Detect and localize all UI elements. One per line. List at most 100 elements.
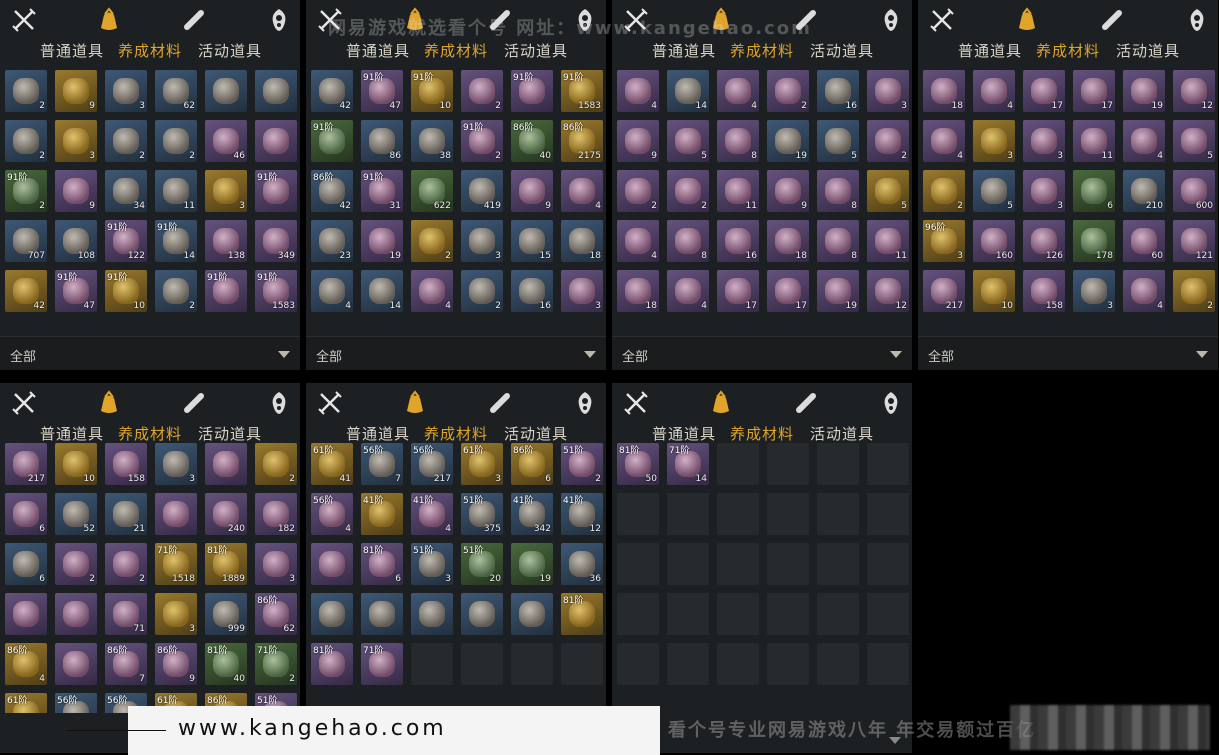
item-slot[interactable]: 81阶 1889 bbox=[205, 543, 247, 585]
item-slot[interactable]: 18 bbox=[767, 220, 809, 262]
item-slot[interactable] bbox=[767, 593, 809, 635]
item-slot[interactable]: 3 bbox=[155, 593, 197, 635]
item-slot[interactable]: 18 bbox=[561, 220, 603, 262]
item-slot[interactable]: 108 bbox=[55, 220, 97, 262]
item-slot[interactable]: 3 bbox=[1073, 270, 1115, 312]
item-slot[interactable]: 3 bbox=[867, 70, 909, 112]
item-slot[interactable] bbox=[717, 643, 759, 685]
item-slot[interactable]: 60 bbox=[1123, 220, 1165, 262]
item-slot[interactable] bbox=[867, 593, 909, 635]
item-slot[interactable]: 160 bbox=[973, 220, 1015, 262]
item-slot[interactable]: 19 bbox=[767, 120, 809, 162]
subtab-2[interactable]: 活动道具 bbox=[504, 40, 568, 61]
item-slot[interactable] bbox=[667, 643, 709, 685]
item-slot[interactable]: 71阶 2 bbox=[255, 643, 297, 685]
item-slot[interactable] bbox=[255, 120, 297, 162]
bag-icon[interactable] bbox=[95, 389, 123, 417]
item-slot[interactable]: 61阶 bbox=[5, 693, 47, 713]
item-slot[interactable]: 2 bbox=[105, 543, 147, 585]
item-slot[interactable]: 81阶 50 bbox=[617, 443, 659, 485]
item-slot[interactable] bbox=[867, 493, 909, 535]
item-slot[interactable] bbox=[667, 543, 709, 585]
item-slot[interactable] bbox=[867, 643, 909, 685]
item-slot[interactable]: 41阶 342 bbox=[511, 493, 553, 535]
item-slot[interactable]: 3 bbox=[1023, 120, 1065, 162]
item-slot[interactable]: 52 bbox=[55, 493, 97, 535]
item-slot[interactable] bbox=[767, 643, 809, 685]
item-slot[interactable]: 19 bbox=[817, 270, 859, 312]
item-slot[interactable]: 91阶 10 bbox=[105, 270, 147, 312]
footer-url[interactable]: www.kangehao.com bbox=[178, 716, 447, 741]
gem-icon[interactable] bbox=[265, 6, 293, 34]
item-slot[interactable]: 86阶 42 bbox=[311, 170, 353, 212]
item-slot[interactable]: 91阶 14 bbox=[155, 220, 197, 262]
subtab-0[interactable]: 普通道具 bbox=[652, 40, 716, 61]
gem-icon[interactable] bbox=[571, 6, 599, 34]
item-slot[interactable]: 4 bbox=[973, 70, 1015, 112]
item-slot[interactable]: 2 bbox=[155, 120, 197, 162]
item-slot[interactable]: 2 bbox=[923, 170, 965, 212]
item-slot[interactable]: 71阶 1518 bbox=[155, 543, 197, 585]
item-slot[interactable]: 178 bbox=[1073, 220, 1115, 262]
item-slot[interactable]: 14 bbox=[667, 70, 709, 112]
item-slot[interactable]: 61阶 41 bbox=[311, 443, 353, 485]
item-slot[interactable]: 81阶 40 bbox=[205, 643, 247, 685]
item-slot[interactable] bbox=[461, 593, 503, 635]
gem-icon[interactable] bbox=[571, 389, 599, 417]
item-slot[interactable]: 2 bbox=[411, 220, 453, 262]
item-slot[interactable]: 4 bbox=[311, 270, 353, 312]
item-slot[interactable]: 210 bbox=[1123, 170, 1165, 212]
subtab-0[interactable]: 普通道具 bbox=[958, 40, 1022, 61]
item-slot[interactable]: 4 bbox=[667, 270, 709, 312]
item-slot[interactable] bbox=[767, 443, 809, 485]
item-slot[interactable]: 91阶 bbox=[511, 70, 553, 112]
item-slot[interactable]: 91阶 10 bbox=[411, 70, 453, 112]
item-slot[interactable]: 41阶 bbox=[361, 493, 403, 535]
item-slot[interactable]: 2 bbox=[461, 70, 503, 112]
subtab-0[interactable]: 普通道具 bbox=[40, 40, 104, 61]
item-slot[interactable]: 71阶 bbox=[361, 643, 403, 685]
scroll-icon[interactable] bbox=[792, 6, 820, 34]
item-slot[interactable]: 8 bbox=[817, 220, 859, 262]
item-slot[interactable]: 2 bbox=[617, 170, 659, 212]
swords-icon[interactable] bbox=[622, 389, 650, 417]
item-slot[interactable]: 96阶 3 bbox=[923, 220, 965, 262]
item-slot[interactable] bbox=[617, 493, 659, 535]
item-slot[interactable]: 707 bbox=[5, 220, 47, 262]
item-slot[interactable]: 182 bbox=[255, 493, 297, 535]
item-slot[interactable] bbox=[511, 593, 553, 635]
item-slot[interactable]: 14 bbox=[361, 270, 403, 312]
item-slot[interactable]: 86阶 4 bbox=[5, 643, 47, 685]
item-slot[interactable]: 19 bbox=[1123, 70, 1165, 112]
item-slot[interactable]: 81阶 bbox=[561, 593, 603, 635]
item-slot[interactable]: 158 bbox=[105, 443, 147, 485]
bag-icon[interactable] bbox=[95, 6, 123, 34]
item-slot[interactable]: 71 bbox=[105, 593, 147, 635]
item-slot[interactable]: 17 bbox=[767, 270, 809, 312]
item-slot[interactable]: 38 bbox=[411, 120, 453, 162]
item-slot[interactable]: 8 bbox=[817, 170, 859, 212]
item-slot[interactable]: 91阶 47 bbox=[361, 70, 403, 112]
bag-icon[interactable] bbox=[707, 6, 735, 34]
item-slot[interactable]: 16 bbox=[717, 220, 759, 262]
item-slot[interactable] bbox=[617, 593, 659, 635]
item-slot[interactable]: 19 bbox=[361, 220, 403, 262]
item-slot[interactable]: 11 bbox=[717, 170, 759, 212]
item-slot[interactable]: 3 bbox=[205, 170, 247, 212]
subtab-0[interactable]: 普通道具 bbox=[346, 40, 410, 61]
item-slot[interactable]: 19 bbox=[511, 543, 553, 585]
item-slot[interactable] bbox=[817, 643, 859, 685]
item-slot[interactable] bbox=[717, 593, 759, 635]
item-slot[interactable] bbox=[617, 643, 659, 685]
item-slot[interactable]: 3 bbox=[1023, 170, 1065, 212]
item-slot[interactable]: 86阶 7 bbox=[105, 643, 147, 685]
item-slot[interactable] bbox=[55, 643, 97, 685]
item-slot[interactable]: 6 bbox=[1073, 170, 1115, 212]
item-slot[interactable] bbox=[561, 643, 603, 685]
gem-icon[interactable] bbox=[1183, 6, 1211, 34]
item-slot[interactable]: 86阶 9 bbox=[155, 643, 197, 685]
item-slot[interactable]: 56阶 7 bbox=[361, 443, 403, 485]
item-slot[interactable]: 4 bbox=[923, 120, 965, 162]
item-slot[interactable]: 2 bbox=[255, 443, 297, 485]
item-slot[interactable] bbox=[617, 543, 659, 585]
